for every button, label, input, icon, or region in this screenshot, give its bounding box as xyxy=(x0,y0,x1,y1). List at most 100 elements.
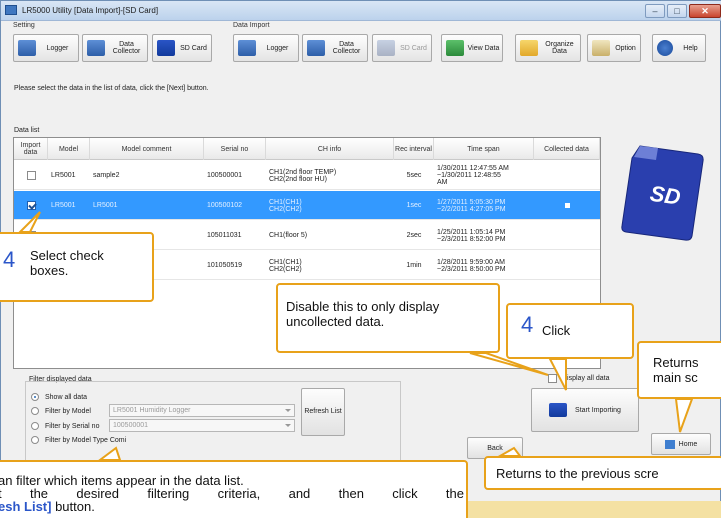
view-data-button[interactable]: View Data xyxy=(441,34,503,62)
minimize-button[interactable]: – xyxy=(645,4,665,18)
cell-serial: 100500102 xyxy=(207,202,243,209)
col-rec-interval[interactable]: Rec interval xyxy=(394,138,434,160)
help-button[interactable]: Help xyxy=(652,34,706,62)
cell-model: LR5001 xyxy=(51,202,76,209)
instruction-text: Please select the data in the list of da… xyxy=(14,85,209,92)
col-serial-no[interactable]: Serial no xyxy=(204,138,266,160)
serial-select[interactable]: 100500001 xyxy=(109,419,295,432)
option-icon xyxy=(592,40,610,56)
data-import-group-label: Data Import xyxy=(233,22,270,29)
cell-ch-info: CH1(CH1) CH2(CH2) xyxy=(269,198,302,213)
cell-time-span: 1/30/2011 12:47:55 AM ~1/30/2011 12:48:5… xyxy=(437,165,509,186)
callout-returns-previous: Returns to the previous scre xyxy=(484,456,721,490)
callout-text: Disable this to only display uncollected… xyxy=(286,299,440,329)
setting-logger-button[interactable]: Logger xyxy=(13,34,79,62)
radio-button[interactable] xyxy=(31,436,39,444)
cell-serial: 100500001 xyxy=(207,172,243,179)
col-model-comment[interactable]: Model comment xyxy=(90,138,204,160)
callout-returns-main: Returns main sc xyxy=(637,341,721,399)
cell-time-span: 1/27/2011 5:05:30 PM ~2/2/2011 4:27:05 P… xyxy=(437,198,506,213)
callout-line: esh List] button. xyxy=(0,499,95,514)
cell-collected xyxy=(534,221,600,250)
home-button[interactable]: Home xyxy=(651,433,711,455)
bottom-strip xyxy=(461,501,721,518)
sd-card-import-icon xyxy=(377,40,395,56)
import-checkbox[interactable] xyxy=(26,171,36,180)
radio-button-selected[interactable] xyxy=(31,393,39,401)
callout-select-checkboxes: 4 Select check boxes. xyxy=(0,232,154,302)
organize-data-button[interactable]: Organize Data xyxy=(515,34,581,62)
callout-bold-text: esh List] xyxy=(0,499,52,514)
callout-text: Click xyxy=(542,323,571,338)
view-data-icon xyxy=(446,40,464,56)
display-all-check[interactable] xyxy=(548,374,557,383)
cell-ch-info: CH1(CH1) CH2(CH2) xyxy=(269,258,302,273)
cell-ch-info: CH1(floor 5) xyxy=(269,232,308,239)
radio-filter-model-type[interactable]: Filter by Model Type Comi xyxy=(31,436,126,444)
radio-show-all[interactable]: Show all data xyxy=(31,393,87,401)
data-list-label: Data list xyxy=(14,127,40,134)
col-ch-info[interactable]: CH info xyxy=(266,138,394,160)
setting-sd-card-button[interactable]: SD Card xyxy=(152,34,212,62)
import-logger-button[interactable]: Logger xyxy=(233,34,299,62)
col-model[interactable]: Model xyxy=(48,138,90,160)
cell-time-span: 1/25/2011 1:05:14 PM ~2/3/2011 8:52:00 P… xyxy=(437,228,506,243)
cell-collected xyxy=(534,251,600,280)
cell-interval: 1min xyxy=(406,262,422,269)
title-bar: LR5000 Utility [Data Import]-[SD Card] –… xyxy=(1,1,721,21)
sd-card-image: SD xyxy=(621,145,704,241)
display-all-checkbox[interactable]: Display all data xyxy=(548,374,609,383)
model-select[interactable]: LR5001 Humidity Logger xyxy=(109,404,295,417)
table-row[interactable]: LR5001 sample2 100500001 CH1(2nd floor T… xyxy=(14,161,600,190)
cell-interval: 2sec xyxy=(406,232,422,239)
import-sd-card-button[interactable]: SD Card xyxy=(372,34,432,62)
logger-icon xyxy=(18,40,36,56)
cell-interval: 1sec xyxy=(406,202,422,209)
callout-text: Select check boxes. xyxy=(30,248,104,278)
chevron-down-icon xyxy=(285,409,291,412)
cell-interval: 5sec xyxy=(406,172,422,179)
data-list-header: Import data Model Model comment Serial n… xyxy=(14,138,600,160)
cell-collected xyxy=(534,161,600,190)
sd-card-import-icon xyxy=(549,403,568,417)
option-button[interactable]: Option xyxy=(587,34,641,62)
setting-data-collector-button[interactable]: Data Collector xyxy=(82,34,148,62)
maximize-button[interactable]: □ xyxy=(667,4,687,18)
app-icon xyxy=(5,5,17,15)
cell-serial: 105011031 xyxy=(207,232,242,239)
help-icon xyxy=(657,40,673,56)
step-number: 4 xyxy=(521,312,534,337)
col-time-span[interactable]: Time span xyxy=(434,138,534,160)
close-button[interactable]: ✕ xyxy=(689,4,721,18)
cell-time-span: 1/28/2011 9:59:00 AM ~2/3/2011 8:50:00 P… xyxy=(437,258,506,273)
callout-click-start: 4 Click xyxy=(506,303,634,359)
callout-text: Returns to the previous scre xyxy=(496,466,659,481)
radio-button[interactable] xyxy=(31,422,39,430)
home-icon xyxy=(664,439,675,449)
data-collector-icon xyxy=(87,40,105,56)
step-number: 4 xyxy=(3,247,16,272)
data-collector-import-icon xyxy=(307,40,325,56)
col-import-data[interactable]: Import data xyxy=(14,138,48,160)
logger-import-icon xyxy=(238,40,256,56)
chevron-down-icon xyxy=(285,424,291,427)
radio-filter-model[interactable]: Filter by Model xyxy=(31,407,91,415)
cell-comment: LR5001 xyxy=(93,202,118,209)
radio-filter-serial[interactable]: Filter by Serial no xyxy=(31,422,99,430)
col-collected-data[interactable]: Collected data xyxy=(534,138,600,160)
start-importing-button[interactable]: Start Importing xyxy=(531,388,639,432)
callout-disable-display-all: Disable this to only display uncollected… xyxy=(276,283,500,353)
svg-text:SD: SD xyxy=(648,181,682,210)
sd-card-icon xyxy=(157,40,175,56)
import-data-collector-button[interactable]: Data Collector xyxy=(302,34,368,62)
callout-text: Returns main sc xyxy=(653,355,699,385)
radio-button[interactable] xyxy=(31,407,39,415)
setting-group-label: Setting xyxy=(13,22,35,29)
cell-model: LR5001 xyxy=(51,172,76,179)
table-row-selected[interactable]: LR5001 LR5001 100500102 CH1(CH1) CH2(CH2… xyxy=(14,191,600,220)
cell-serial: 101050519 xyxy=(207,262,243,269)
refresh-list-button[interactable]: Refresh List xyxy=(301,388,345,436)
import-checkbox-checked[interactable] xyxy=(26,201,36,210)
folder-icon xyxy=(520,40,538,56)
callout-line-rest: button. xyxy=(51,499,95,514)
